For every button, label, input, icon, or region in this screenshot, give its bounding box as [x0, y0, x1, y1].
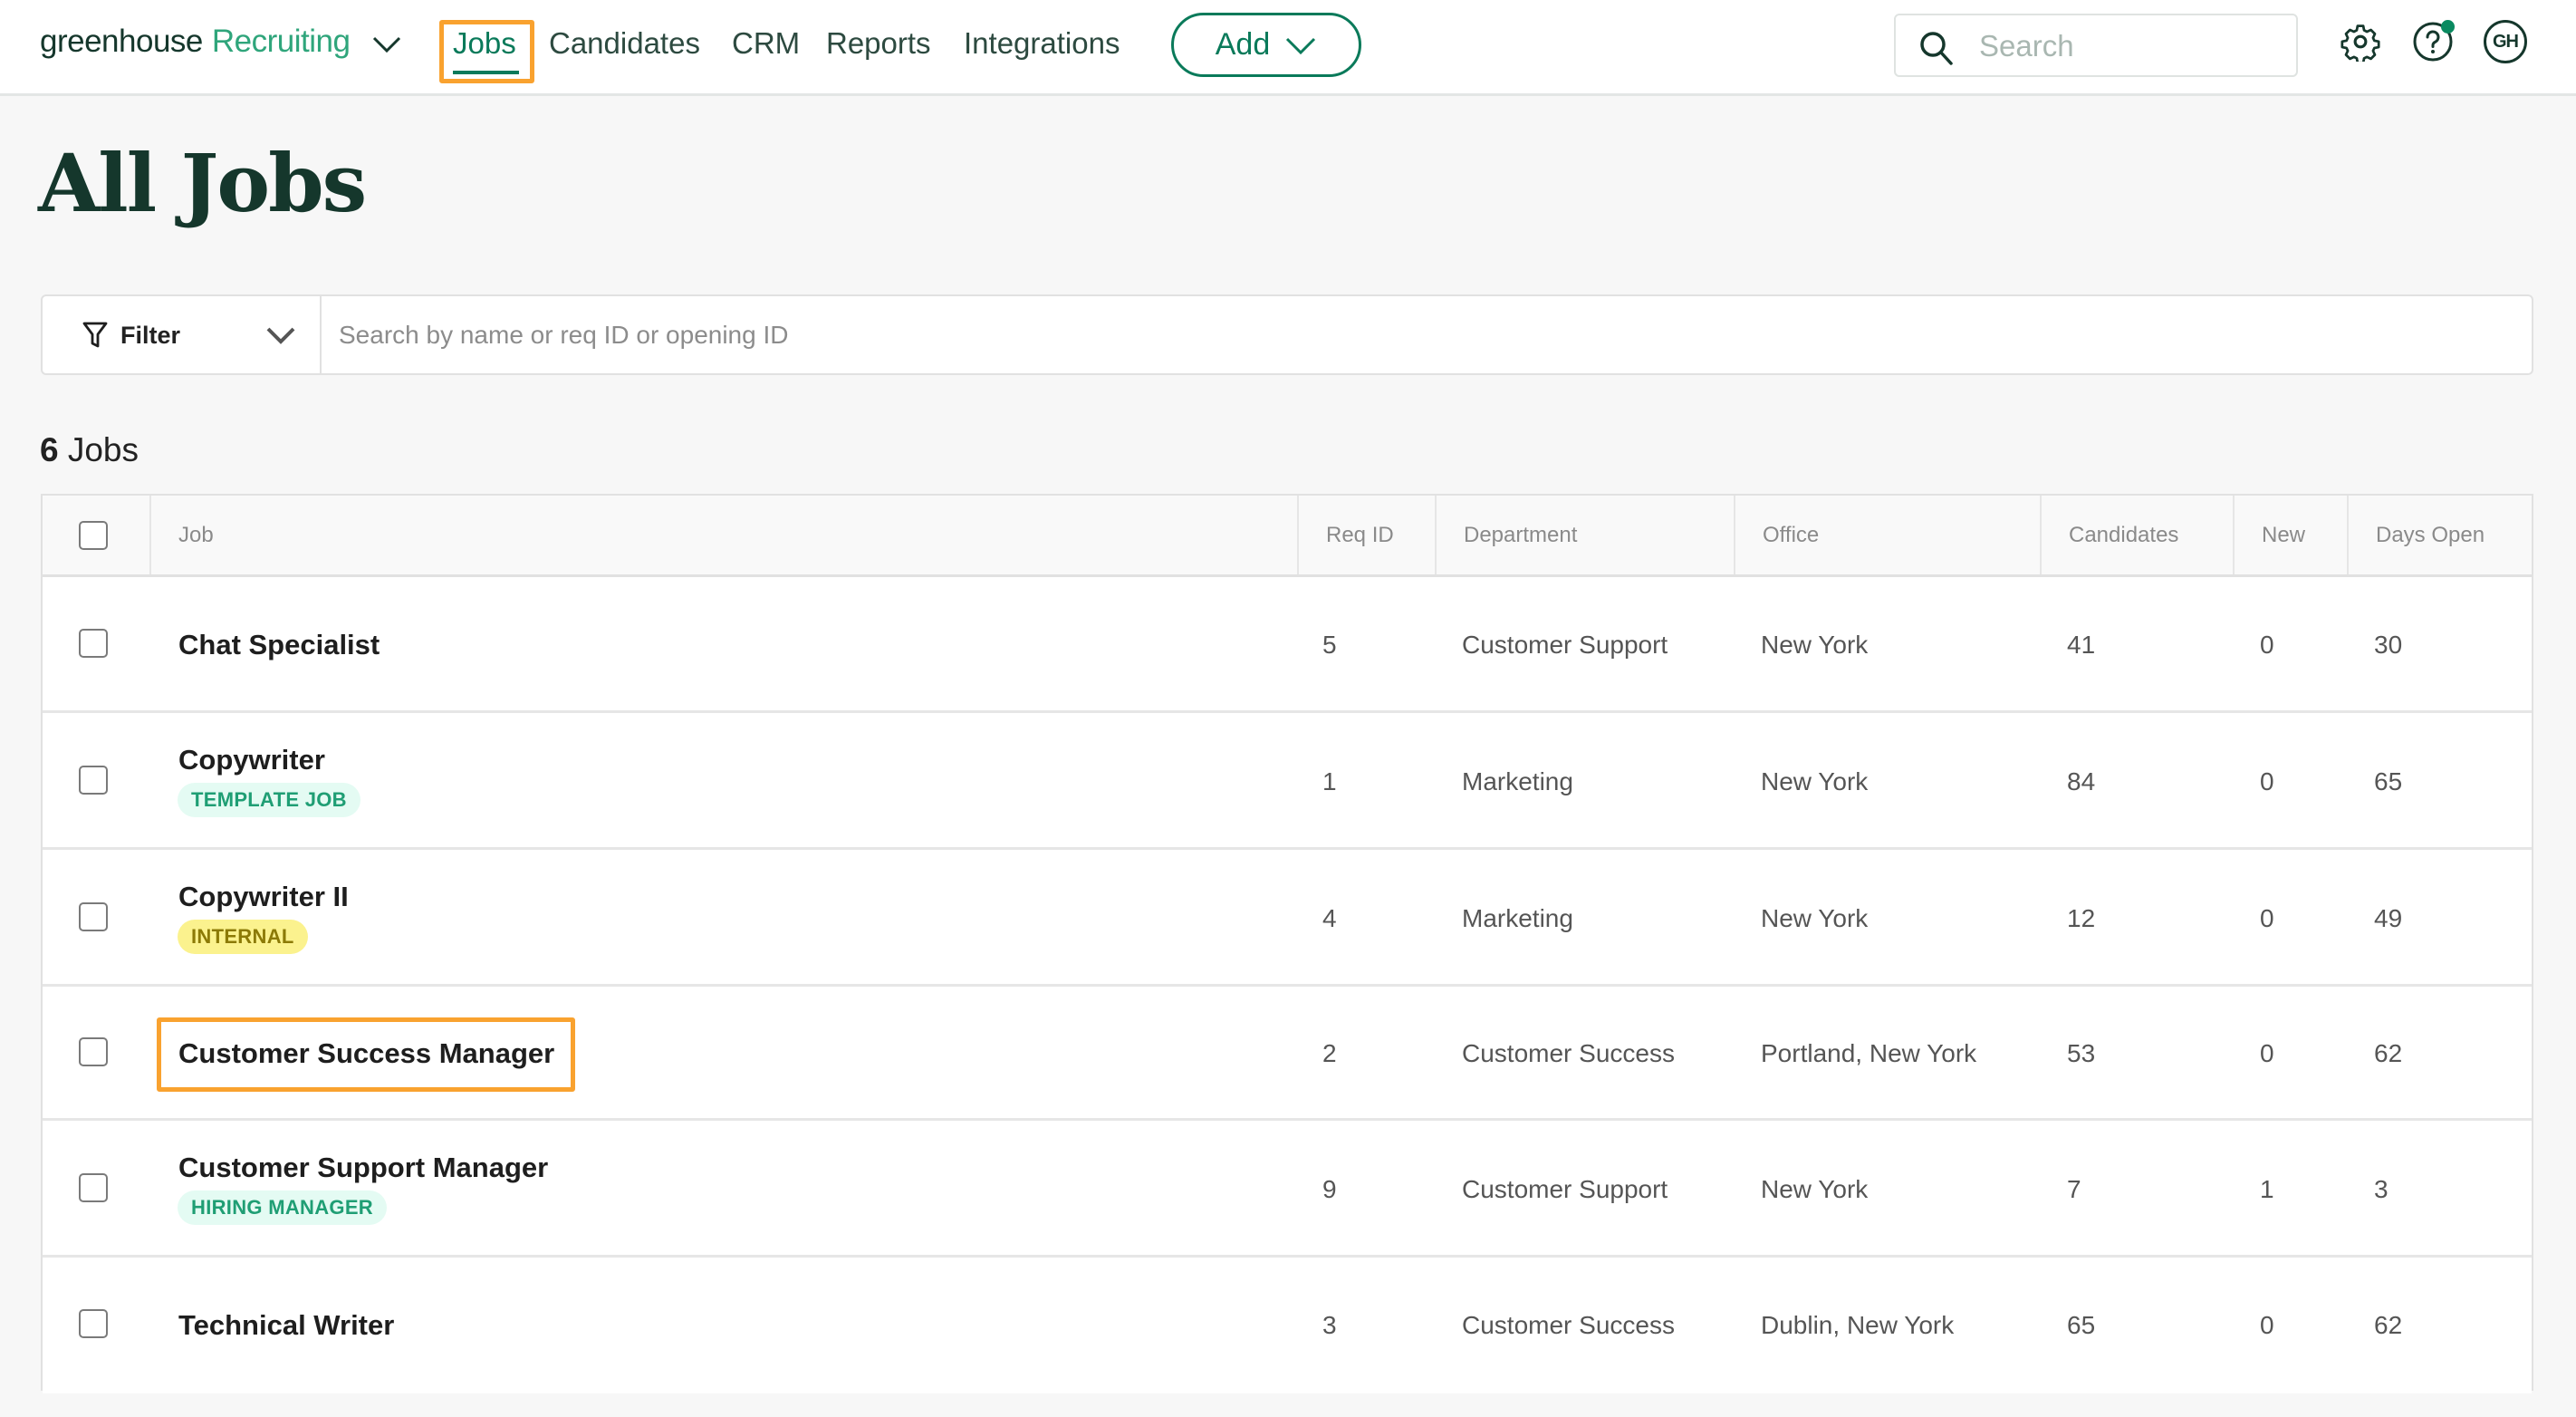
cell-req-id: 9: [1322, 1174, 1337, 1203]
job-tag-badge: HIRING MANAGER: [178, 1190, 387, 1225]
cell-department: Customer Support: [1462, 631, 1668, 659]
cell-days-open: 49: [2374, 903, 2403, 932]
cell-department: Customer Support: [1462, 1174, 1668, 1203]
active-tab-underline: [453, 71, 519, 74]
filter-icon: [82, 322, 108, 348]
column-header-candidates[interactable]: Candidates: [2040, 496, 2233, 574]
cell-candidates: 41: [2067, 631, 2096, 659]
cell-new: 0: [2260, 766, 2274, 795]
cell-new: 0: [2260, 903, 2274, 932]
cell-department: Customer Success: [1462, 1039, 1675, 1067]
cell-req-id: 3: [1322, 1311, 1337, 1339]
notification-dot: [2441, 20, 2455, 34]
column-header-req-id[interactable]: Req ID: [1297, 496, 1435, 574]
cell-new: 0: [2260, 1039, 2274, 1067]
job-tag-badge: TEMPLATE JOB: [178, 782, 360, 817]
cell-new: 1: [2260, 1174, 2274, 1203]
row-checkbox[interactable]: [79, 629, 108, 658]
cell-req-id: 5: [1322, 631, 1337, 659]
header-select-cell: [43, 496, 149, 574]
row-checkbox[interactable]: [79, 765, 108, 795]
cell-new: 0: [2260, 1311, 2274, 1339]
column-header-job[interactable]: Job: [149, 496, 1297, 574]
job-count: 6 Jobs: [40, 430, 139, 470]
filter-bar: Filter: [41, 294, 2533, 375]
cell-office: Dublin, New York: [1761, 1311, 1955, 1339]
table-row[interactable]: Copywriter TEMPLATE JOB 1 Marketing New York…: [43, 713, 2532, 850]
column-header-department[interactable]: Department: [1435, 496, 1734, 574]
nav-reports[interactable]: Reports: [826, 25, 931, 62]
cell-candidates: 65: [2067, 1311, 2096, 1339]
global-search-input[interactable]: [1979, 24, 2278, 68]
table-row[interactable]: Customer Support Manager HIRING MANAGER 9 C…: [43, 1121, 2532, 1258]
nav-crm[interactable]: CRM: [732, 25, 800, 62]
cell-days-open: 62: [2374, 1039, 2403, 1067]
job-title-link[interactable]: Customer Support Manager: [178, 1152, 548, 1184]
job-title-link[interactable]: Customer Success Manager: [178, 1037, 554, 1070]
cell-candidates: 53: [2067, 1039, 2096, 1067]
top-navigation-bar: greenhouse Recruiting Jobs Candidates CR…: [0, 0, 2576, 96]
job-title-link[interactable]: Technical Writer: [178, 1309, 394, 1342]
table-header: Job Req ID Department Office Candidates …: [43, 496, 2532, 577]
filter-label: Filter: [120, 322, 181, 349]
cell-req-id: 1: [1322, 766, 1337, 795]
cell-days-open: 62: [2374, 1311, 2403, 1339]
cell-department: Marketing: [1462, 903, 1573, 932]
cell-days-open: 30: [2374, 631, 2403, 659]
global-search[interactable]: [1894, 14, 2298, 77]
gear-icon: [2341, 24, 2380, 62]
table-row[interactable]: Technical Writer 3 Customer Success Dublin,…: [43, 1258, 2532, 1393]
cell-days-open: 65: [2374, 766, 2403, 795]
logo-recruiting: Recruiting: [211, 24, 351, 59]
add-button-label: Add: [1215, 27, 1271, 62]
job-title-link[interactable]: Chat Specialist: [178, 629, 380, 661]
filter-dropdown[interactable]: Filter: [43, 296, 322, 373]
job-search-input[interactable]: [339, 314, 2494, 356]
job-title-link[interactable]: Copywriter: [178, 744, 325, 776]
chevron-down-icon: [1286, 37, 1316, 54]
cell-candidates: 7: [2067, 1174, 2081, 1203]
job-tag-badge: INTERNAL: [178, 919, 308, 954]
settings-button[interactable]: [2339, 20, 2382, 63]
cell-office: New York: [1761, 903, 1869, 932]
select-all-checkbox[interactable]: [79, 521, 108, 550]
job-count-number: 6: [40, 431, 59, 468]
row-checkbox[interactable]: [79, 901, 108, 931]
chevron-down-icon[interactable]: [371, 34, 402, 54]
row-checkbox[interactable]: [79, 1172, 108, 1202]
cell-days-open: 3: [2374, 1174, 2389, 1203]
add-button[interactable]: Add: [1171, 13, 1361, 77]
cell-department: Customer Success: [1462, 1311, 1675, 1339]
chevron-down-icon: [266, 327, 295, 344]
job-title-link[interactable]: Copywriter II: [178, 881, 349, 913]
job-count-label: Jobs: [67, 431, 139, 468]
cell-req-id: 4: [1322, 903, 1337, 932]
jobs-table: Job Req ID Department Office Candidates …: [41, 494, 2533, 1393]
user-avatar[interactable]: GH: [2484, 20, 2527, 63]
column-header-office[interactable]: Office: [1734, 496, 2040, 574]
cell-department: Marketing: [1462, 766, 1573, 795]
table-row[interactable]: Customer Success Manager 2 Customer Succes…: [43, 987, 2532, 1121]
column-header-days-open[interactable]: Days Open: [2347, 496, 2533, 574]
search-icon: [1920, 32, 1953, 65]
cell-candidates: 12: [2067, 903, 2096, 932]
table-row[interactable]: Copywriter II INTERNAL 4 Marketing New York 1…: [43, 850, 2532, 987]
nav-jobs[interactable]: Jobs: [453, 25, 516, 62]
cell-candidates: 84: [2067, 766, 2096, 795]
app-logo[interactable]: greenhouse Recruiting: [40, 24, 351, 69]
row-checkbox[interactable]: [79, 1309, 108, 1338]
cell-office: Portland, New York: [1761, 1039, 1977, 1067]
page-title: All Jobs: [38, 136, 367, 230]
column-header-new[interactable]: New: [2233, 496, 2347, 574]
table-row[interactable]: Chat Specialist 5 Customer Support New York…: [43, 577, 2532, 713]
cell-new: 0: [2260, 631, 2274, 659]
cell-office: New York: [1761, 1174, 1869, 1203]
cell-office: New York: [1761, 631, 1869, 659]
nav-integrations[interactable]: Integrations: [964, 25, 1120, 62]
logo-greenhouse: greenhouse: [40, 24, 203, 59]
cell-office: New York: [1761, 766, 1869, 795]
nav-candidates[interactable]: Candidates: [549, 25, 700, 62]
cell-req-id: 2: [1322, 1039, 1337, 1067]
row-checkbox[interactable]: [79, 1037, 108, 1066]
